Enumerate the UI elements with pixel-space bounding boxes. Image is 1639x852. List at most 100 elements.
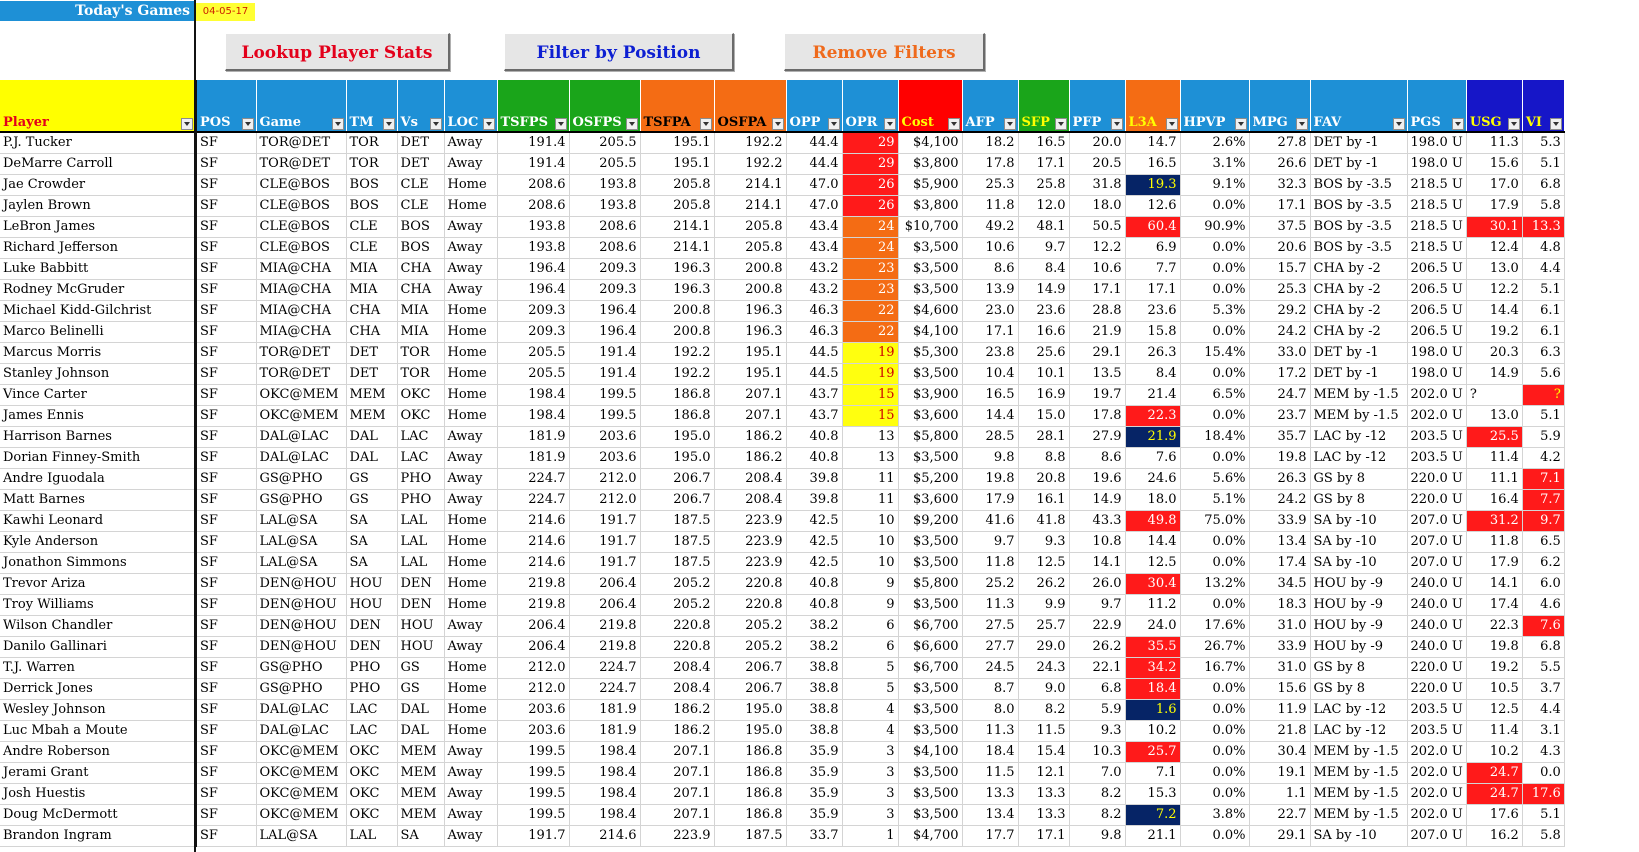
cell-game[interactable]: MIA@CHA <box>256 300 347 322</box>
cell-tsfpa[interactable]: 186.2 <box>640 699 715 721</box>
cell-pos[interactable]: SF <box>196 279 257 301</box>
cell-tsfps[interactable]: 203.6 <box>497 720 570 742</box>
cell-tsfpa[interactable]: 200.8 <box>640 300 715 322</box>
cell-fav[interactable]: HOU by -9 <box>1310 573 1408 595</box>
cell-game[interactable]: LAL@SA <box>256 510 347 532</box>
cell-tsfps[interactable]: 199.5 <box>497 783 570 805</box>
cell-fav[interactable]: BOS by -3.5 <box>1310 216 1408 238</box>
cell-pgs[interactable]: 218.5 U <box>1407 237 1467 259</box>
cell-tm[interactable]: LAL <box>346 825 398 847</box>
cell-loc[interactable]: Away <box>444 258 498 280</box>
cell-afp[interactable]: 23.8 <box>962 342 1019 364</box>
cell-usg[interactable]: 25.5 <box>1466 426 1523 448</box>
cell-vi[interactable]: 5.1 <box>1522 405 1565 427</box>
cell-tsfps[interactable]: 203.6 <box>497 699 570 721</box>
cell-game[interactable]: MIA@CHA <box>256 321 347 343</box>
cell-opr[interactable]: 11 <box>842 489 899 511</box>
cell-osfpa[interactable]: 214.1 <box>714 195 787 217</box>
cell-fav[interactable]: SA by -10 <box>1310 531 1408 553</box>
cell-l3a[interactable]: 24.6 <box>1125 468 1181 490</box>
cell-opp[interactable]: 42.5 <box>786 531 843 553</box>
cell-tsfps[interactable]: 191.7 <box>497 825 570 847</box>
cell-player[interactable]: Trevor Ariza <box>0 573 197 595</box>
cell-tsfpa[interactable]: 196.3 <box>640 279 715 301</box>
cell-usg[interactable]: 19.2 <box>1466 657 1523 679</box>
cell-pfp[interactable]: 14.1 <box>1069 552 1126 574</box>
cell-game[interactable]: CLE@BOS <box>256 174 347 196</box>
table-row[interactable]: Trevor Ariza SF DEN@HOU HOU DEN Home 219.8 206.… <box>0 573 1565 595</box>
cell-tsfpa[interactable]: 187.5 <box>640 531 715 553</box>
filter-dropdown-icon[interactable] <box>771 118 784 130</box>
column-header-vi[interactable]: VI <box>1522 80 1565 132</box>
cell-cost[interactable]: $3,500 <box>898 279 963 301</box>
cell-tsfps[interactable]: 224.7 <box>497 489 570 511</box>
cell-vs[interactable]: DEN <box>397 573 445 595</box>
cell-tm[interactable]: CHA <box>346 300 398 322</box>
cell-cost[interactable]: $6,600 <box>898 636 963 658</box>
cell-tsfpa[interactable]: 187.5 <box>640 510 715 532</box>
cell-mpg[interactable]: 23.7 <box>1249 405 1311 427</box>
cell-pos[interactable]: SF <box>196 342 257 364</box>
cell-player[interactable]: Andre Roberson <box>0 741 197 763</box>
table-row[interactable]: Andre Roberson SF OKC@MEM OKC MEM Away 199.5 19… <box>0 741 1565 763</box>
cell-sfp[interactable]: 12.1 <box>1018 762 1070 784</box>
cell-tsfps[interactable]: 208.6 <box>497 195 570 217</box>
filter-dropdown-icon[interactable] <box>1507 118 1520 130</box>
cell-pos[interactable]: SF <box>196 468 257 490</box>
cell-cost[interactable]: $3,800 <box>898 195 963 217</box>
cell-osfpa[interactable]: 206.7 <box>714 657 787 679</box>
cell-opp[interactable]: 44.4 <box>786 132 843 154</box>
cell-pos[interactable]: SF <box>196 678 257 700</box>
cell-sfp[interactable]: 8.4 <box>1018 258 1070 280</box>
cell-cost[interactable]: $3,500 <box>898 237 963 259</box>
cell-mpg[interactable]: 29.1 <box>1249 825 1311 847</box>
cell-opr[interactable]: 3 <box>842 762 899 784</box>
cell-afp[interactable]: 13.3 <box>962 783 1019 805</box>
cell-tsfpa[interactable]: 220.8 <box>640 615 715 637</box>
cell-tsfpa[interactable]: 208.4 <box>640 657 715 679</box>
cell-osfpa[interactable]: 186.8 <box>714 762 787 784</box>
cell-pgs[interactable]: 207.0 U <box>1407 510 1467 532</box>
cell-osfpa[interactable]: 186.2 <box>714 426 787 448</box>
cell-osfps[interactable]: 224.7 <box>569 678 641 700</box>
cell-vs[interactable]: MEM <box>397 741 445 763</box>
cell-mpg[interactable]: 31.0 <box>1249 615 1311 637</box>
cell-mpg[interactable]: 31.0 <box>1249 657 1311 679</box>
filter-by-position-button[interactable]: Filter by Position <box>504 33 734 71</box>
cell-tsfps[interactable]: 196.4 <box>497 279 570 301</box>
cell-player[interactable]: Michael Kidd-Gilchrist <box>0 300 197 322</box>
cell-tsfps[interactable]: 191.4 <box>497 153 570 175</box>
cell-hpvp[interactable]: 0.0% <box>1180 552 1250 574</box>
cell-vs[interactable]: OKC <box>397 384 445 406</box>
cell-pgs[interactable]: 198.0 U <box>1407 363 1467 385</box>
table-row[interactable]: Derrick Jones SF GS@PHO PHO GS Home 212.0 224.7… <box>0 678 1565 700</box>
cell-tm[interactable]: BOS <box>346 174 398 196</box>
cell-vi[interactable]: 5.8 <box>1522 825 1565 847</box>
cell-vs[interactable]: LAL <box>397 510 445 532</box>
table-row[interactable]: Luc Mbah a Moute SF DAL@LAC LAC DAL Home 203.6… <box>0 720 1565 742</box>
cell-player[interactable]: LeBron James <box>0 216 197 238</box>
cell-afp[interactable]: 10.6 <box>962 237 1019 259</box>
column-header-player[interactable]: Player <box>0 80 197 132</box>
cell-usg[interactable]: 11.4 <box>1466 720 1523 742</box>
cell-game[interactable]: MIA@CHA <box>256 279 347 301</box>
cell-player[interactable]: Jonathon Simmons <box>0 552 197 574</box>
cell-l3a[interactable]: 16.5 <box>1125 153 1181 175</box>
cell-tsfpa[interactable]: 205.2 <box>640 573 715 595</box>
cell-usg[interactable]: 17.9 <box>1466 552 1523 574</box>
cell-vi[interactable]: 4.8 <box>1522 237 1565 259</box>
cell-cost[interactable]: $3,500 <box>898 552 963 574</box>
cell-loc[interactable]: Home <box>444 510 498 532</box>
column-header-loc[interactable]: LOC <box>444 80 498 132</box>
cell-hpvp[interactable]: 16.7% <box>1180 657 1250 679</box>
cell-opr[interactable]: 11 <box>842 468 899 490</box>
cell-sfp[interactable]: 41.8 <box>1018 510 1070 532</box>
cell-tm[interactable]: LAC <box>346 720 398 742</box>
cell-fav[interactable]: MEM by -1.5 <box>1310 762 1408 784</box>
cell-pgs[interactable]: 202.0 U <box>1407 405 1467 427</box>
cell-l3a[interactable]: 1.6 <box>1125 699 1181 721</box>
cell-loc[interactable]: Home <box>444 678 498 700</box>
cell-fav[interactable]: SA by -10 <box>1310 510 1408 532</box>
cell-vi[interactable]: 6.1 <box>1522 321 1565 343</box>
cell-tsfps[interactable]: 196.4 <box>497 258 570 280</box>
